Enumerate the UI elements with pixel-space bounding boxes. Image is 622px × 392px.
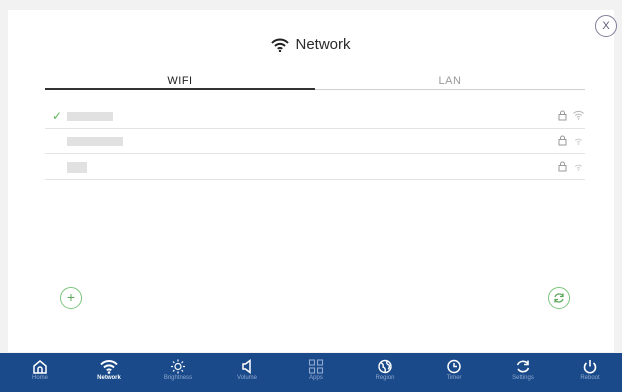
- nav-item-network[interactable]: Network: [79, 353, 139, 392]
- tab-divider: [315, 89, 585, 90]
- nav-item-home[interactable]: Home: [10, 353, 70, 392]
- ssid-redacted: [67, 137, 123, 146]
- connected-check-icon: ✓: [52, 109, 63, 123]
- nav-item-settings[interactable]: Settings: [493, 353, 553, 392]
- signal-weak-icon: [574, 138, 583, 145]
- tab-lan[interactable]: LAN: [390, 75, 510, 87]
- wifi-icon: [271, 38, 290, 53]
- tab-indicator: [45, 88, 315, 90]
- home-icon: [33, 360, 47, 374]
- refresh-icon: [554, 293, 564, 303]
- page-title: Network: [0, 36, 622, 53]
- nav-item-timer[interactable]: Timer: [424, 353, 484, 392]
- nav-label: Settings: [512, 375, 534, 381]
- power-icon: [583, 360, 597, 374]
- nav-label: Reboot: [580, 375, 600, 381]
- signal-weak-icon: [574, 164, 583, 171]
- lock-icon: [558, 135, 567, 146]
- ssid-redacted: [67, 162, 87, 173]
- nav-label: Network: [97, 375, 121, 381]
- close-button[interactable]: X: [595, 15, 617, 37]
- nav-label: Volume: [236, 375, 257, 381]
- refresh-button[interactable]: [548, 287, 570, 309]
- nav-item-volume[interactable]: Volume: [217, 353, 277, 392]
- nav-label: Home: [31, 375, 48, 381]
- nav-item-brightness[interactable]: Brightness: [148, 353, 208, 392]
- refresh-icon: [516, 360, 530, 373]
- lock-icon: [558, 110, 567, 121]
- add-network-button[interactable]: +: [60, 287, 82, 309]
- network-row[interactable]: [45, 155, 585, 180]
- signal-strong-icon: [573, 110, 584, 120]
- nav-label: Apps: [309, 375, 323, 381]
- clock-icon: [447, 359, 461, 374]
- brightness-icon: [171, 359, 185, 374]
- tab-wifi[interactable]: WIFI: [120, 75, 240, 87]
- ssid-redacted: [67, 112, 113, 121]
- network-panel: [8, 10, 614, 352]
- network-row[interactable]: ✓: [45, 104, 585, 129]
- nav-label: Timer: [446, 375, 462, 381]
- nav-item-apps[interactable]: Apps: [286, 353, 346, 392]
- nav-label: Region: [375, 375, 395, 381]
- network-row[interactable]: [45, 129, 585, 154]
- nav-item-region[interactable]: Region: [355, 353, 415, 392]
- globe-icon: [378, 359, 392, 374]
- wifi-icon: [100, 360, 118, 374]
- volume-icon: [242, 359, 251, 374]
- lock-icon: [558, 161, 567, 172]
- apps-icon: [308, 359, 324, 374]
- nav-item-reboot[interactable]: Reboot: [560, 353, 620, 392]
- bottom-nav: Home Network Brightness Volume Apps Regi…: [0, 353, 622, 392]
- page-title-text: Network: [295, 36, 351, 53]
- nav-label: Brightness: [163, 375, 193, 381]
